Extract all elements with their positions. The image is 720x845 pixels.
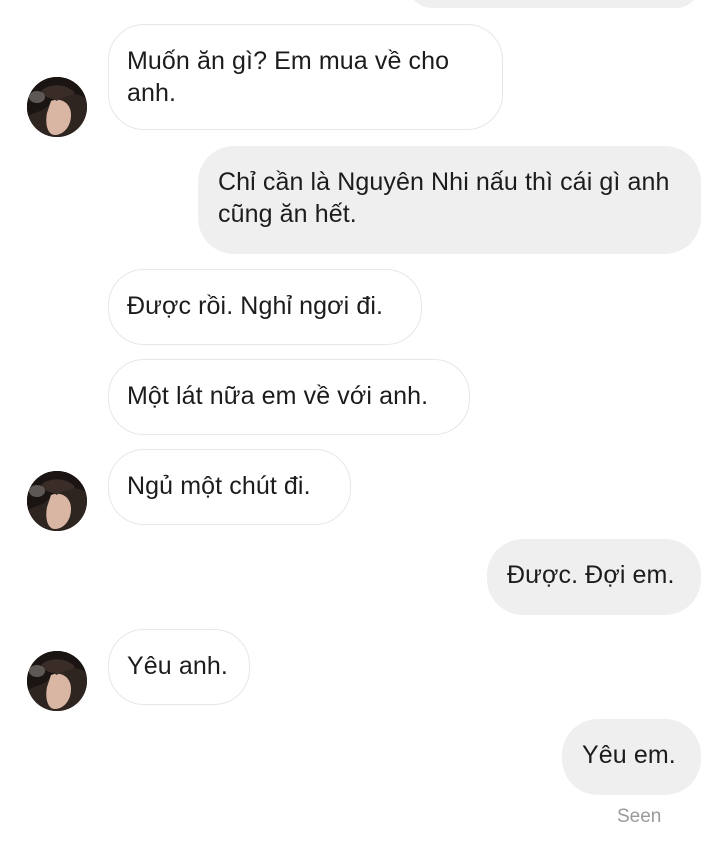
- message-text: Muốn ăn gì? Em mua về cho anh.: [127, 47, 450, 107]
- message-text: Một lát nữa em về với anh.: [127, 382, 429, 410]
- contact-avatar-icon[interactable]: [27, 651, 87, 711]
- message-text: Ngủ một chút đi.: [127, 472, 311, 500]
- outgoing-message-bubble[interactable]: Chỉ cần là Nguyên Nhi nấu thì cái gì anh…: [198, 146, 701, 254]
- message-text: Yêu em.: [582, 741, 676, 769]
- outgoing-message-bubble[interactable]: Yêu em.: [562, 719, 701, 795]
- seen-status: Seen: [617, 806, 662, 827]
- message-text: Yêu anh.: [127, 652, 228, 680]
- message-text: Được rồi. Nghỉ ngơi đi.: [127, 292, 384, 320]
- outgoing-bubble-partial[interactable]: [408, 0, 700, 8]
- message-text: Được. Đợi em.: [507, 561, 675, 589]
- incoming-message-bubble[interactable]: Được rồi. Nghỉ ngơi đi.: [108, 269, 422, 345]
- contact-avatar-icon[interactable]: [27, 77, 87, 137]
- contact-avatar-icon[interactable]: [27, 471, 87, 531]
- outgoing-message-bubble[interactable]: Được. Đợi em.: [487, 539, 701, 615]
- incoming-message-bubble[interactable]: Ngủ một chút đi.: [108, 449, 351, 525]
- incoming-message-bubble[interactable]: Muốn ăn gì? Em mua về cho anh.: [108, 24, 503, 130]
- message-text: Chỉ cần là Nguyên Nhi nấu thì cái gì anh…: [218, 168, 670, 228]
- incoming-message-bubble[interactable]: Một lát nữa em về với anh.: [108, 359, 470, 435]
- incoming-message-bubble[interactable]: Yêu anh.: [108, 629, 250, 705]
